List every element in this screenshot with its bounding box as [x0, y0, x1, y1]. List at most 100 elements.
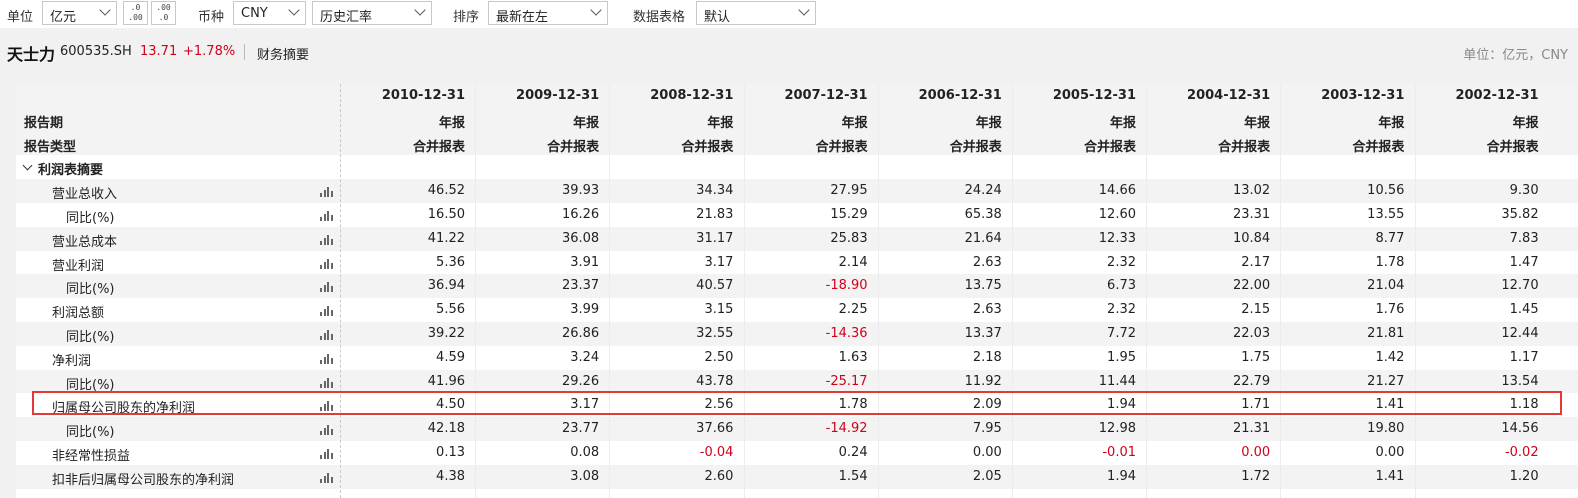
- currency-select-value: CNY: [241, 6, 268, 21]
- table-cell: 37.66: [696, 421, 734, 437]
- table-cell: 23.77: [561, 421, 600, 437]
- bar-chart-icon[interactable]: [320, 234, 333, 245]
- table-cell: 22.03: [1232, 326, 1271, 341]
- table-cell: 0.08: [570, 445, 600, 460]
- bar-chart-icon[interactable]: [320, 377, 333, 388]
- header-cell: 年报: [1378, 115, 1405, 131]
- column-gridline: [1280, 84, 1282, 498]
- table-cell: 9.30: [1509, 183, 1539, 199]
- table-cell: 13.37: [964, 326, 1002, 341]
- table-cell: 22.00: [1232, 278, 1271, 294]
- table-cell: 23.37: [561, 278, 600, 294]
- currency-select[interactable]: CNY: [233, 1, 306, 25]
- bar-chart-icon[interactable]: [320, 448, 333, 459]
- format-select-value: 默认: [704, 10, 731, 25]
- table-cell: 11.92: [964, 373, 1002, 389]
- chevron-down-icon: [590, 4, 602, 16]
- format-select[interactable]: 默认: [696, 1, 816, 25]
- header-cell: 2004-12-31: [1187, 88, 1271, 103]
- table-cell: 2.15: [1241, 302, 1271, 318]
- column-gridline: [475, 84, 477, 498]
- table-cell: 26.86: [561, 326, 600, 341]
- table-cell: 1.42: [1375, 349, 1405, 365]
- unit-select[interactable]: 亿元: [42, 1, 117, 25]
- unit-note: 单位：亿元，CNY: [1463, 48, 1568, 63]
- row-label: 同比(%): [66, 282, 115, 298]
- table-cell: 1.47: [1509, 254, 1539, 270]
- sort-select[interactable]: 最新在左: [488, 1, 608, 25]
- table-cell: 13.75: [964, 278, 1002, 294]
- table-row: 营业总成本 41.22 36.08 31.17 25.83 21.64 12.33 10.84…: [16, 226, 1578, 251]
- table-row: 净利润 4.59 3.24 2.50 1.63 2.18 1.95 1.75 1.42 1.17: [16, 346, 1578, 370]
- header-cell: 年报: [1244, 115, 1271, 131]
- table-cell: 36.94: [427, 278, 465, 294]
- exchange-rate-select[interactable]: 历史汇率: [312, 1, 432, 25]
- header-cell: 合并报表: [547, 139, 600, 155]
- table-cell: 0.00: [1375, 445, 1405, 460]
- table-cell: 0.00: [1241, 445, 1271, 460]
- decrease-decimal-button[interactable]: .00 .0: [151, 1, 176, 25]
- table-cell: 21.81: [1367, 326, 1405, 341]
- row-label: 同比(%): [66, 330, 115, 345]
- table-cell: 41.22: [427, 230, 465, 246]
- header-cell: 年报: [573, 115, 600, 131]
- row-label: 同比(%): [66, 425, 115, 441]
- table-cell: 2.32: [1107, 254, 1136, 270]
- bar-chart-icon[interactable]: [320, 353, 333, 364]
- bar-chart-icon[interactable]: [320, 210, 333, 221]
- section-row[interactable]: 利润表摘要: [16, 155, 1578, 179]
- bar-chart-icon[interactable]: [320, 472, 333, 483]
- format-label: 数据表格: [633, 10, 686, 25]
- table-cell: 31.17: [696, 230, 734, 246]
- header-cell: 合并报表: [681, 139, 734, 155]
- bar-chart-icon[interactable]: [320, 305, 333, 317]
- bar-chart-icon[interactable]: [320, 329, 333, 340]
- table-cell: 2.60: [704, 468, 734, 484]
- bar-chart-icon[interactable]: [320, 400, 333, 412]
- bar-chart-icon[interactable]: [320, 424, 333, 436]
- table-cell: 23.31: [1232, 207, 1271, 222]
- header-cell: 年报: [975, 115, 1002, 131]
- table-cell: 1.20: [1509, 468, 1539, 484]
- table-cell: 1.54: [838, 468, 868, 484]
- increase-decimal-button[interactable]: .0 .00: [123, 1, 148, 25]
- table-cell: -14.92: [825, 421, 868, 437]
- table-cell: 4.38: [436, 468, 465, 484]
- table-cell: -25.17: [825, 373, 868, 389]
- table-cell: 42.18: [427, 421, 465, 437]
- table-row: 非经常性损益 0.13 0.08 -0.04 0.24 0.00 -0.01 0.00 0.00…: [16, 441, 1578, 465]
- table-cell: 1.41: [1375, 397, 1405, 413]
- table-cell: 13.54: [1501, 373, 1539, 389]
- table-cell: 29.26: [561, 373, 600, 389]
- table-row: 营业总收入 46.52 39.93 34.34 27.95 24.24 14.66 13.02…: [16, 179, 1578, 203]
- table-cell: 3.08: [570, 468, 600, 484]
- bar-chart-icon[interactable]: [320, 186, 333, 198]
- bar-chart-icon[interactable]: [320, 281, 333, 293]
- table-cell: 43.78: [696, 373, 734, 389]
- table-cell: 39.22: [427, 326, 465, 341]
- table-cell: 19.80: [1367, 421, 1405, 437]
- page-title: 财务摘要: [257, 48, 310, 63]
- table-cell: 1.76: [1375, 302, 1405, 318]
- table-cell: 1.75: [1241, 349, 1271, 365]
- sort-select-value: 最新在左: [496, 10, 549, 25]
- table-cell: 1.18: [1509, 397, 1539, 413]
- table-cell: 8.77: [1375, 230, 1405, 246]
- chevron-down-icon[interactable]: [22, 160, 33, 171]
- column-gridline: [877, 84, 879, 498]
- table-cell: 21.04: [1367, 278, 1405, 294]
- currency-label: 币种: [198, 10, 225, 25]
- table-cell: -18.90: [825, 278, 868, 294]
- table-cell: -0.01: [1102, 445, 1136, 460]
- table-cell: 16.26: [561, 207, 600, 222]
- header-cell: 2003-12-31: [1321, 88, 1405, 103]
- table-cell: 40.57: [696, 278, 734, 294]
- column-gridline: [609, 84, 611, 498]
- bar-chart-icon[interactable]: [320, 258, 333, 269]
- table-cell: 1.94: [1107, 468, 1136, 484]
- column-gridline: [1146, 84, 1148, 498]
- table-cell: -0.02: [1504, 445, 1539, 460]
- table-cell: 32.55: [696, 326, 734, 341]
- table-cell: 3.99: [570, 302, 600, 318]
- header-cell: 年报: [1512, 115, 1539, 131]
